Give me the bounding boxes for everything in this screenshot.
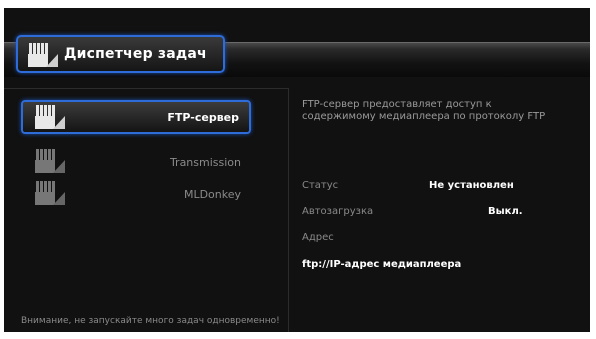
task-icon bbox=[35, 149, 65, 173]
task-manager-tab[interactable]: Диспетчер задач bbox=[16, 35, 225, 73]
task-item-mldonkey[interactable]: MLDonkey bbox=[21, 179, 251, 213]
task-item-label: FTP-сервер bbox=[167, 111, 239, 124]
task-description: FTP-сервер предоставляет доступ к содерж… bbox=[302, 99, 546, 122]
media-player-screen: Диспетчер задач FTP-сервер Transmission bbox=[4, 8, 590, 332]
address-value: ftp://IP-адрес медиаплеера bbox=[302, 259, 462, 270]
page-title: Диспетчер задач bbox=[64, 46, 207, 62]
task-item-label: MLDonkey bbox=[183, 188, 241, 201]
task-item-ftp-server[interactable]: FTP-сервер bbox=[21, 100, 251, 134]
task-manager-icon bbox=[28, 43, 58, 67]
task-item-transmission[interactable]: Transmission bbox=[21, 147, 251, 181]
autostart-value: Выкл. bbox=[488, 206, 523, 217]
task-icon bbox=[35, 181, 65, 205]
task-item-label: Transmission bbox=[169, 156, 241, 169]
autostart-label: Автозагрузка bbox=[302, 206, 374, 217]
status-label: Статус bbox=[302, 180, 339, 191]
task-icon bbox=[35, 105, 65, 129]
status-value: Не установлен bbox=[429, 180, 514, 191]
address-label: Адрес bbox=[302, 232, 334, 243]
warning-message: Внимание, не запускайте много задач одно… bbox=[21, 316, 280, 326]
